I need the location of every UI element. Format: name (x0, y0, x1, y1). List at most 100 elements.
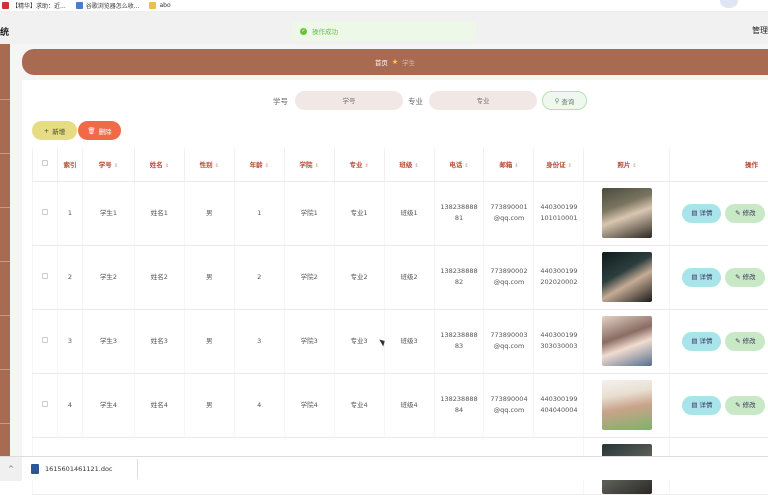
student-photo[interactable] (602, 188, 652, 238)
cell-gender: 男 (184, 245, 234, 309)
sort-icon[interactable]: ⇕ (165, 163, 169, 169)
cell-student-no: 学生2 (82, 245, 134, 309)
cell-age: 4 (234, 373, 284, 437)
pencil-icon: ✎ (735, 336, 740, 347)
bookmark-1[interactable]: 【精华】求助：近... (2, 1, 66, 10)
admin-label[interactable]: 管理 (752, 25, 768, 36)
add-button[interactable]: + 新增 (32, 121, 77, 140)
student-no-input[interactable] (295, 91, 403, 110)
pencil-icon: ✎ (735, 208, 740, 219)
col-gender[interactable]: 性别⇕ (184, 148, 234, 181)
cell-photo (584, 309, 670, 373)
sort-icon[interactable]: ⇕ (632, 163, 636, 169)
cell-major: 专业2 (334, 245, 384, 309)
table-row: 1 学生1 姓名1 男 1 学院1 专业1 班级1 13823888881 77… (33, 181, 768, 245)
cell-name: 姓名1 (134, 181, 184, 245)
cell-id-card: 440300199202020002 (534, 245, 584, 309)
app-title: 统 (0, 25, 9, 38)
cell-major: 专业4 (334, 373, 384, 437)
cell-photo (584, 373, 670, 437)
student-table: 索引 学号⇕ 姓名⇕ 性别⇕ 年龄⇕ 学院⇕ 专业⇕ 班级⇕ 电话⇕ 邮箱⇕ 身… (32, 148, 768, 495)
row-checkbox[interactable] (33, 245, 58, 309)
detail-button[interactable]: ▤详情 (682, 204, 721, 223)
search-icon: ⚲ (555, 97, 560, 105)
row-checkbox[interactable] (33, 309, 58, 373)
cell-major: 专业3 (334, 309, 384, 373)
col-major[interactable]: 专业⇕ (334, 148, 384, 181)
check-circle-icon: ✓ (300, 28, 307, 35)
col-phone[interactable]: 电话⇕ (434, 148, 484, 181)
chevron-up-icon[interactable]: ^ (0, 457, 22, 481)
col-age[interactable]: 年龄⇕ (234, 148, 284, 181)
cell-name: 姓名3 (134, 309, 184, 373)
download-item[interactable]: 1615601461121.doc (25, 459, 138, 479)
table-row: 4 学生4 姓名4 男 4 学院4 专业4 班级4 13823888884 77… (33, 373, 768, 437)
edit-button[interactable]: ✎修改 (725, 204, 765, 223)
cell-actions: ▤详情✎修改 (670, 373, 768, 437)
row-checkbox[interactable] (33, 181, 58, 245)
bookmark-3[interactable]: abo (149, 2, 170, 9)
cell-email: 773890001@qq.com (484, 181, 534, 245)
download-file-name: 1615601461121.doc (45, 465, 113, 473)
query-button[interactable]: ⚲ 查询 (542, 91, 587, 110)
cell-index: 4 (57, 373, 82, 437)
edit-button[interactable]: ✎修改 (725, 268, 765, 287)
col-student-no[interactable]: 学号⇕ (82, 148, 134, 181)
sort-icon[interactable]: ⇕ (215, 163, 219, 169)
word-doc-icon (31, 464, 39, 474)
cell-age: 2 (234, 245, 284, 309)
cell-college: 学院1 (284, 181, 334, 245)
document-icon: ▤ (691, 208, 697, 219)
cell-student-no: 学生3 (82, 309, 134, 373)
pencil-icon: ✎ (735, 400, 740, 411)
student-photo[interactable] (602, 316, 652, 366)
sort-icon[interactable]: ⇕ (265, 163, 269, 169)
student-photo[interactable] (602, 252, 652, 302)
row-checkbox[interactable] (33, 373, 58, 437)
col-photo[interactable]: 照片⇕ (584, 148, 670, 181)
sort-icon[interactable]: ⇕ (514, 163, 518, 169)
col-email[interactable]: 邮箱⇕ (484, 148, 534, 181)
table-row: 2 学生2 姓名2 男 2 学院2 专业2 班级2 13823888882 77… (33, 245, 768, 309)
cell-actions: ▤详情✎修改 (670, 245, 768, 309)
bookmark-2[interactable]: 谷歌浏览器怎么收... (76, 1, 140, 10)
cell-email: 773890004@qq.com (484, 373, 534, 437)
cell-index: 3 (57, 309, 82, 373)
edit-button[interactable]: ✎修改 (725, 332, 765, 351)
major-label: 专业 (408, 96, 423, 107)
breadcrumb-home[interactable]: 首页 (375, 57, 388, 67)
cell-gender: 男 (184, 181, 234, 245)
cell-student-no: 学生4 (82, 373, 134, 437)
col-college[interactable]: 学院⇕ (284, 148, 334, 181)
breadcrumb: 首页 ★ 学生 (22, 49, 768, 75)
detail-button[interactable]: ▤详情 (682, 268, 721, 287)
col-id-card[interactable]: 身份证⇕ (534, 148, 584, 181)
sort-icon[interactable]: ⇕ (464, 163, 468, 169)
cell-email: 773890003@qq.com (484, 309, 534, 373)
col-name[interactable]: 姓名⇕ (134, 148, 184, 181)
col-class[interactable]: 班级⇕ (384, 148, 434, 181)
cell-college: 学院3 (284, 309, 334, 373)
major-input[interactable] (429, 91, 537, 110)
cell-college: 学院4 (284, 373, 334, 437)
cell-class: 班级1 (384, 181, 434, 245)
sort-icon[interactable]: ⇕ (364, 163, 368, 169)
cell-id-card: 440300199303030003 (534, 309, 584, 373)
sort-icon[interactable]: ⇕ (414, 163, 418, 169)
sort-icon[interactable]: ⇕ (315, 163, 319, 169)
student-photo[interactable] (602, 380, 652, 430)
cell-actions: ▤详情✎修改 (670, 181, 768, 245)
detail-button[interactable]: ▤详情 (682, 332, 721, 351)
cell-gender: 男 (184, 373, 234, 437)
delete-button[interactable]: 🗑 删除 (78, 121, 121, 140)
sort-icon[interactable]: ⇕ (568, 163, 572, 169)
select-all-checkbox[interactable] (33, 148, 58, 181)
sort-icon[interactable]: ⇕ (114, 163, 118, 169)
toast-text: 操作成功 (312, 26, 338, 36)
cell-class: 班级4 (384, 373, 434, 437)
cell-phone: 13823888884 (434, 373, 484, 437)
edit-button[interactable]: ✎修改 (725, 396, 765, 415)
document-icon: ▤ (691, 400, 697, 411)
cell-age: 3 (234, 309, 284, 373)
detail-button[interactable]: ▤详情 (682, 396, 721, 415)
